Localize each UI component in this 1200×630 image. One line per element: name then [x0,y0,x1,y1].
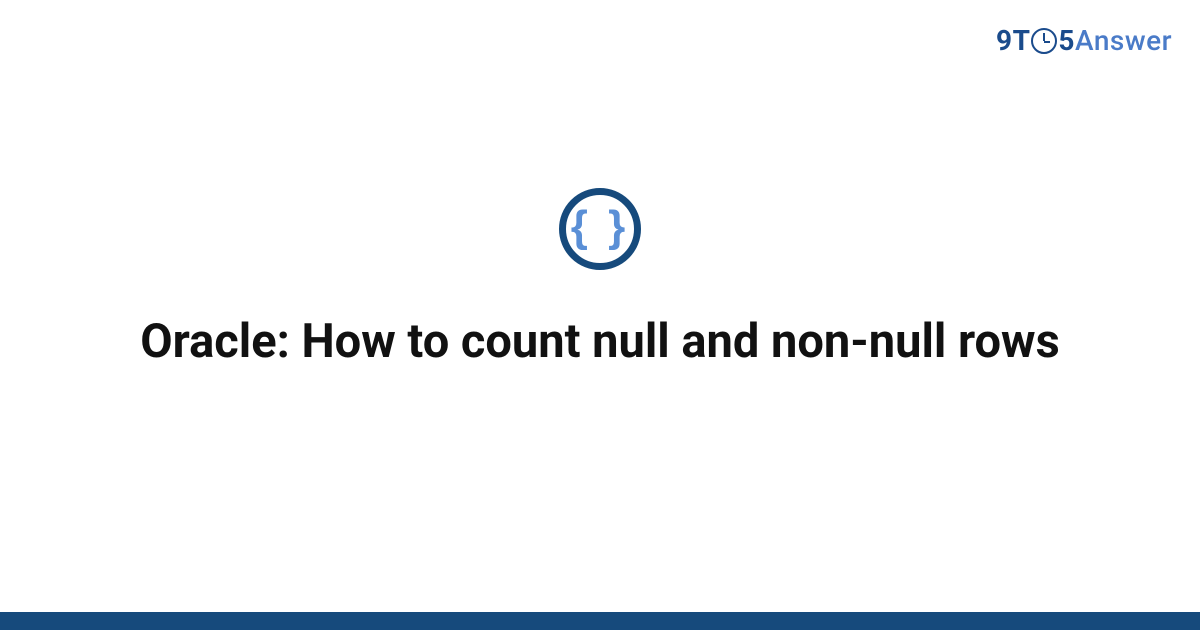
page-title: Oracle: How to count null and non-null r… [140,312,1059,372]
category-badge: { } [559,188,641,270]
footer-accent-bar [0,612,1200,630]
code-braces-icon: { } [571,205,629,249]
content-area: { } Oracle: How to count null and non-nu… [0,0,1200,630]
